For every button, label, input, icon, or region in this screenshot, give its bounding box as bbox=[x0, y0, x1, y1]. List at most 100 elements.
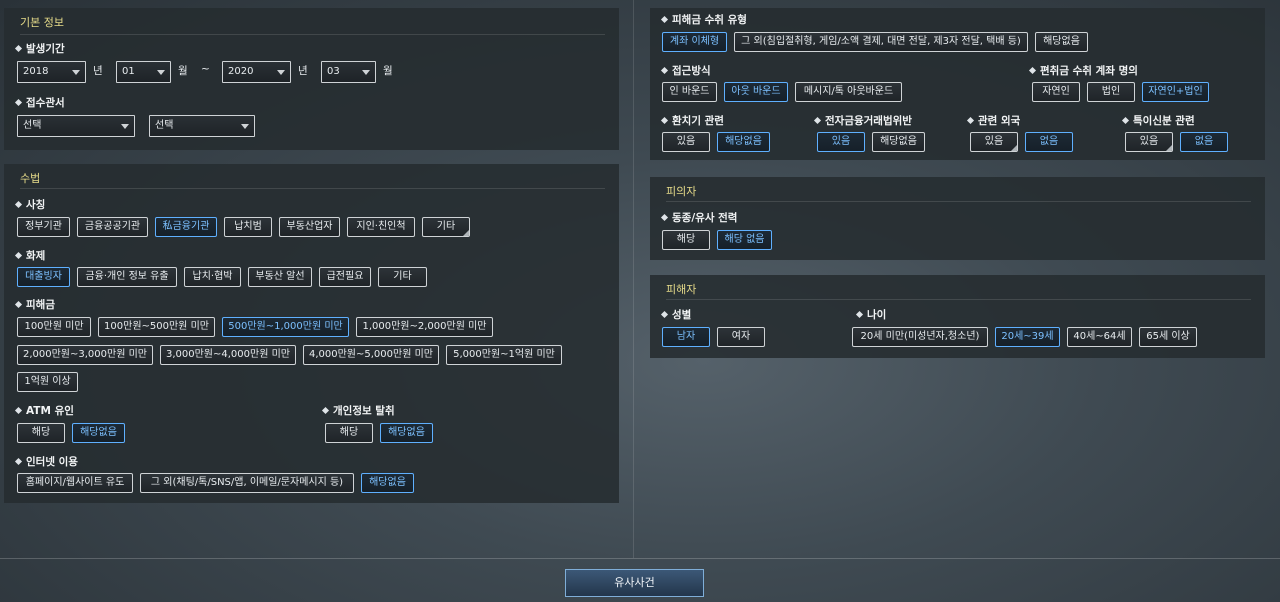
access-message[interactable]: 메시지/톡 아웃바운드 bbox=[795, 82, 902, 102]
damage-opt-5[interactable]: 2,000만원~3,000만원 미만 bbox=[17, 345, 153, 365]
diamond-icon bbox=[14, 406, 23, 415]
diamond-icon bbox=[660, 15, 669, 24]
impersonation-government[interactable]: 정부기관 bbox=[17, 217, 70, 237]
year-to-select[interactable]: 2020 bbox=[222, 61, 291, 83]
receipt-other[interactable]: 그 외(침입절취형, 게임/소액 결제, 대면 전달, 제3자 전달, 택배 등… bbox=[734, 32, 1028, 52]
damage-opt-8[interactable]: 5,000만원~1억원 미만 bbox=[446, 345, 562, 365]
special-no[interactable]: 없음 bbox=[1180, 132, 1228, 152]
owner-natural[interactable]: 자연인 bbox=[1032, 82, 1080, 102]
divider bbox=[666, 201, 1251, 202]
special-yes[interactable]: 있음 bbox=[1125, 132, 1173, 152]
damage-opt-6[interactable]: 3,000만원~4,000만원 미만 bbox=[160, 345, 296, 365]
impersonation-kidnapper[interactable]: 납치범 bbox=[224, 217, 272, 237]
internet-other[interactable]: 그 외(채팅/톡/SNS/앱, 이메일/문자메시지 등) bbox=[140, 473, 354, 493]
efta-no[interactable]: 해당없음 bbox=[872, 132, 925, 152]
age-20-39[interactable]: 20세~39세 bbox=[995, 327, 1060, 347]
impersonation-other[interactable]: 기타 bbox=[422, 217, 470, 237]
damage-opt-3[interactable]: 500만원~1,000만원 미만 bbox=[222, 317, 349, 337]
office-select-1[interactable]: 선택 bbox=[17, 115, 135, 137]
receipt-transfer[interactable]: 계좌 이체형 bbox=[662, 32, 727, 52]
method-panel: 수법 사칭 정부기관 금융공공기관 私금융기관 납치범 부동산업자 지인·친인척… bbox=[4, 164, 619, 503]
diamond-icon bbox=[14, 300, 23, 309]
atm-yes[interactable]: 해당 bbox=[17, 423, 65, 443]
divider bbox=[20, 34, 605, 35]
month-from-select[interactable]: 01 bbox=[116, 61, 171, 83]
topic-realestate[interactable]: 부동산 알선 bbox=[248, 267, 312, 287]
month-unit-2: 월 bbox=[383, 65, 393, 77]
internet-homepage[interactable]: 홈페이지/웹사이트 유도 bbox=[17, 473, 133, 493]
history-no[interactable]: 해당 없음 bbox=[717, 230, 772, 250]
office-select-2[interactable]: 선택 bbox=[149, 115, 255, 137]
topic-kidnap[interactable]: 납치·협박 bbox=[184, 267, 241, 287]
damage-opt-4[interactable]: 1,000만원~2,000만원 미만 bbox=[356, 317, 493, 337]
efta-label: 전자금융거래법위반 bbox=[813, 113, 912, 128]
year-unit-2: 년 bbox=[298, 65, 308, 77]
access-inbound[interactable]: 인 바운드 bbox=[662, 82, 717, 102]
efta-yes[interactable]: 있음 bbox=[817, 132, 865, 152]
suspect-panel: 피의자 동종/유사 전력 해당 해당 없음 bbox=[650, 177, 1265, 260]
receipt-none[interactable]: 해당없음 bbox=[1035, 32, 1088, 52]
diamond-icon bbox=[660, 213, 669, 222]
age-under20[interactable]: 20세 미만(미성년자,청소년) bbox=[852, 327, 988, 347]
diamond-icon bbox=[966, 116, 975, 125]
chevron-down-icon bbox=[72, 70, 80, 75]
impersonation-public-finance[interactable]: 금융공공기관 bbox=[77, 217, 148, 237]
history-yes[interactable]: 해당 bbox=[662, 230, 710, 250]
impersonation-realtor[interactable]: 부동산업자 bbox=[279, 217, 340, 237]
topic-info-leak[interactable]: 금융·개인 정보 유출 bbox=[77, 267, 177, 287]
age-65plus[interactable]: 65세 이상 bbox=[1139, 327, 1197, 347]
method-title: 수법 bbox=[20, 172, 41, 185]
atm-no[interactable]: 해당없음 bbox=[72, 423, 125, 443]
privacy-yes[interactable]: 해당 bbox=[325, 423, 373, 443]
month-to-select[interactable]: 03 bbox=[321, 61, 376, 83]
footer-divider bbox=[0, 558, 1280, 559]
damage-opt-7[interactable]: 4,000만원~5,000만원 미만 bbox=[303, 345, 439, 365]
damage-opt-1[interactable]: 100만원 미만 bbox=[17, 317, 91, 337]
impersonation-label: 사칭 bbox=[14, 197, 45, 212]
age-label: 나이 bbox=[855, 307, 886, 322]
gender-female[interactable]: 여자 bbox=[717, 327, 765, 347]
similar-case-button[interactable]: 유사사건 bbox=[565, 569, 704, 597]
damage-label: 피해금 bbox=[14, 297, 55, 312]
overseas-yes[interactable]: 있음 bbox=[970, 132, 1018, 152]
internet-none[interactable]: 해당없음 bbox=[361, 473, 414, 493]
age-40-64[interactable]: 40세~64세 bbox=[1067, 327, 1132, 347]
privacy-no[interactable]: 해당없음 bbox=[380, 423, 433, 443]
month-unit-1: 월 bbox=[178, 65, 188, 77]
year-unit-1: 년 bbox=[93, 65, 103, 77]
diamond-icon bbox=[660, 310, 669, 319]
tilde: ~ bbox=[201, 63, 210, 75]
chevron-down-icon bbox=[121, 124, 129, 129]
exchange-no[interactable]: 해당없음 bbox=[717, 132, 770, 152]
damage-opt-2[interactable]: 100만원~500만원 미만 bbox=[98, 317, 215, 337]
diamond-icon bbox=[14, 457, 23, 466]
diamond-icon bbox=[14, 251, 23, 260]
topic-label: 화제 bbox=[14, 248, 45, 263]
owner-corporate[interactable]: 법인 bbox=[1087, 82, 1135, 102]
chevron-down-icon bbox=[362, 70, 370, 75]
victim-panel: 피해자 성별 남자 여자 나이 20세 미만(미성년자,청소년) 20세~39세… bbox=[650, 275, 1265, 358]
victim-title: 피해자 bbox=[666, 283, 697, 296]
impersonation-private-finance[interactable]: 私금융기관 bbox=[155, 217, 217, 237]
history-label: 동종/유사 전력 bbox=[660, 210, 737, 225]
topic-urgent-money[interactable]: 급전필요 bbox=[319, 267, 371, 287]
overseas-label: 관련 외국 bbox=[966, 113, 1020, 128]
owner-both[interactable]: 자연인+법인 bbox=[1142, 82, 1209, 102]
diamond-icon bbox=[1121, 116, 1130, 125]
year-from-select[interactable]: 2018 bbox=[17, 61, 86, 83]
exchange-yes[interactable]: 있음 bbox=[662, 132, 710, 152]
overseas-no[interactable]: 없음 bbox=[1025, 132, 1073, 152]
topic-loan[interactable]: 대출빙자 bbox=[17, 267, 70, 287]
diamond-icon bbox=[855, 310, 864, 319]
impersonation-acquaintance[interactable]: 지인·친인척 bbox=[347, 217, 415, 237]
damage-opt-9[interactable]: 1억원 이상 bbox=[17, 372, 78, 392]
access-outbound[interactable]: 아웃 바운드 bbox=[724, 82, 788, 102]
exchange-label: 환치기 관련 bbox=[660, 113, 724, 128]
topic-other[interactable]: 기타 bbox=[378, 267, 427, 287]
gender-label: 성별 bbox=[660, 307, 691, 322]
gender-male[interactable]: 남자 bbox=[662, 327, 710, 347]
diamond-icon bbox=[14, 44, 23, 53]
office-label: 접수관서 bbox=[14, 95, 65, 110]
diamond-icon bbox=[14, 200, 23, 209]
divider bbox=[666, 299, 1251, 300]
